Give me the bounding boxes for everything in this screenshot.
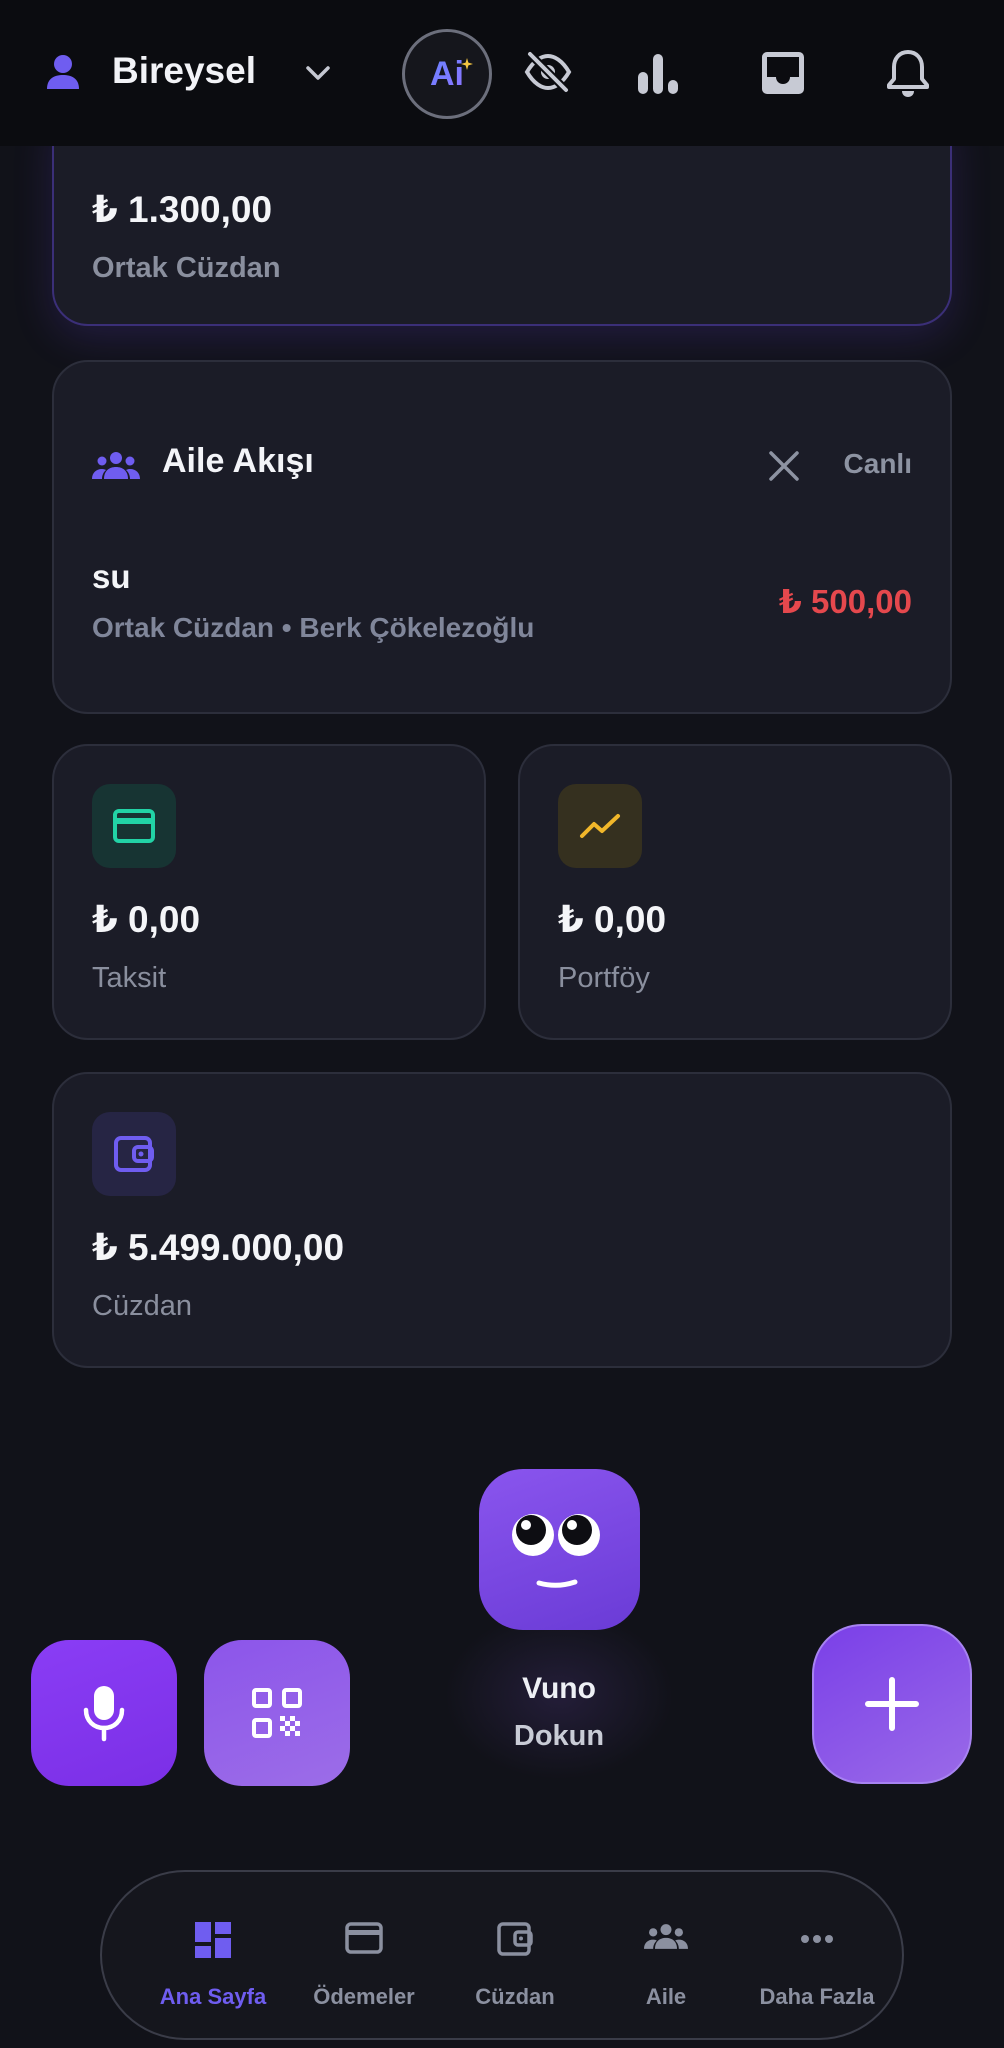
- qr-code-icon: [252, 1688, 302, 1738]
- ai-assistant-button[interactable]: Ai: [402, 29, 492, 119]
- family-flow-title: Aile Akışı: [162, 442, 314, 480]
- portfolio-label: Portföy: [558, 962, 650, 994]
- bar-chart-icon[interactable]: [636, 52, 680, 94]
- assistant-name[interactable]: Vuno: [444, 1672, 674, 1706]
- user-icon[interactable]: [46, 54, 80, 90]
- nav-item-payments[interactable]: Ödemeler: [289, 1872, 439, 2038]
- assistant-avatar[interactable]: [479, 1469, 640, 1630]
- installment-card[interactable]: ₺ 0,00 Taksit: [52, 744, 486, 1040]
- portfolio-card[interactable]: ₺ 0,00 Portföy: [518, 744, 952, 1040]
- flow-entry-name: su: [92, 558, 131, 595]
- nav-item-wallet[interactable]: Cüzdan: [440, 1872, 590, 2038]
- qr-scan-button[interactable]: [204, 1640, 350, 1786]
- nav-item-more[interactable]: Daha Fazla: [742, 1872, 892, 2038]
- wallet-icon-tile: [92, 1112, 176, 1196]
- group-icon: [92, 452, 140, 479]
- eye-off-icon[interactable]: [524, 50, 572, 94]
- dashboard-icon: [195, 1922, 231, 1958]
- chevron-down-icon[interactable]: [304, 62, 332, 84]
- live-status-label: Canlı: [843, 448, 912, 479]
- wallet-label: Cüzdan: [92, 1290, 192, 1322]
- more-horizontal-icon: [801, 1935, 833, 1943]
- nav-label-family: Aile: [645, 1984, 687, 2009]
- assistant-action-label[interactable]: Dokun: [444, 1720, 674, 1753]
- group-icon: [644, 1924, 688, 1949]
- installment-icon-tile: [92, 784, 176, 868]
- trending-up-icon: [580, 814, 620, 838]
- sparkle-icon: [461, 58, 473, 70]
- nav-item-family[interactable]: Aile: [591, 1872, 741, 2038]
- family-flow-card: Aile Akışı Canlı su Ortak Cüzdan • Berk …: [52, 360, 952, 714]
- wallet-icon: [114, 1136, 154, 1172]
- ai-label: Ai: [405, 32, 489, 116]
- credit-card-icon: [113, 809, 155, 843]
- nav-label-wallet: Cüzdan: [475, 1984, 555, 2009]
- close-icon[interactable]: [768, 450, 800, 482]
- shared-wallet-amount: ₺ 1.300,00: [92, 189, 273, 230]
- portfolio-icon-tile: [558, 784, 642, 868]
- nav-label-home: Ana Sayfa: [159, 1984, 267, 2009]
- portfolio-amount: ₺ 0,00: [558, 899, 667, 940]
- bottom-navigation: Ana Sayfa Ödemeler Cüzdan Aile Daha Fazl…: [100, 1870, 904, 2040]
- wallet-icon: [497, 1922, 533, 1956]
- bell-icon[interactable]: [886, 48, 930, 98]
- plus-icon: [865, 1677, 919, 1731]
- microphone-icon: [83, 1686, 125, 1742]
- installment-label: Taksit: [92, 962, 167, 994]
- nav-item-home[interactable]: Ana Sayfa: [138, 1872, 288, 2038]
- top-bar: Bireysel Ai: [0, 0, 1004, 146]
- add-transaction-button[interactable]: [812, 1624, 972, 1784]
- voice-input-button[interactable]: [31, 1640, 177, 1786]
- wallet-card[interactable]: ₺ 5.499.000,00 Cüzdan: [52, 1072, 952, 1368]
- credit-card-icon: [345, 1922, 383, 1954]
- assistant-face-icon: [512, 1514, 600, 1588]
- profile-selector-label[interactable]: Bireysel: [112, 50, 256, 92]
- inbox-icon[interactable]: [760, 50, 806, 96]
- nav-label-more: Daha Fazla: [759, 1984, 875, 2009]
- wallet-amount: ₺ 5.499.000,00: [92, 1227, 345, 1268]
- nav-label-payments: Ödemeler: [313, 1984, 415, 2009]
- flow-entry-detail: Ortak Cüzdan • Berk Çökelezoğlu: [92, 612, 535, 643]
- flow-entry-amount: ₺ 500,00: [778, 583, 912, 620]
- shared-wallet-label: Ortak Cüzdan: [92, 252, 281, 284]
- installment-amount: ₺ 0,00: [92, 899, 201, 940]
